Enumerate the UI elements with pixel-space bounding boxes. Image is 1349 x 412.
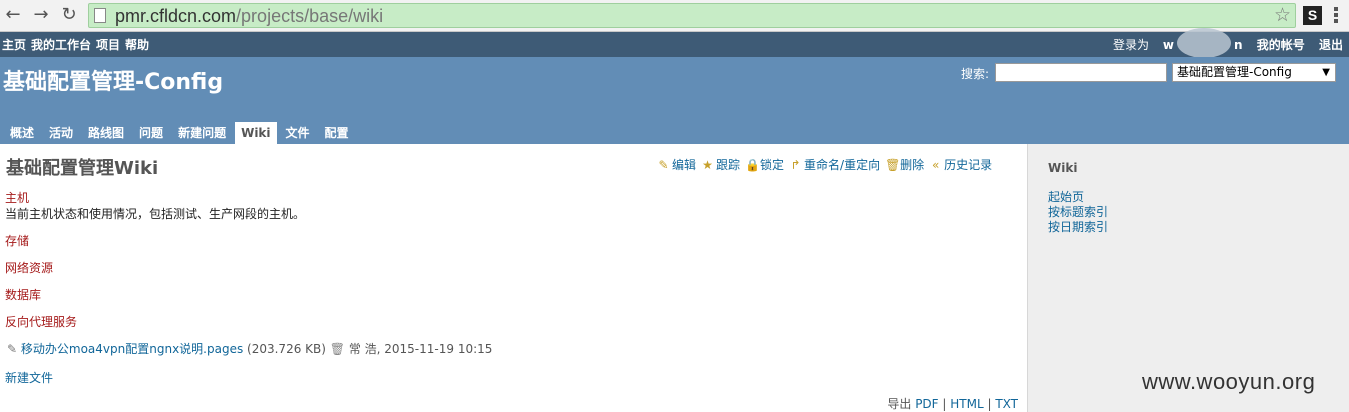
tab-7[interactable]: 配置	[319, 122, 355, 144]
bookmark-star-icon[interactable]: ☆	[1274, 4, 1291, 26]
my-account-link[interactable]: 我的帐号	[1257, 38, 1305, 52]
lock-icon: 🔒	[745, 158, 760, 172]
wiki-link-database[interactable]: 数据库	[5, 286, 41, 303]
search-input[interactable]	[995, 63, 1167, 82]
project-title: 基础配置管理-Config	[3, 70, 224, 95]
project-jump-select[interactable]: 基础配置管理-Config ▼	[1172, 63, 1336, 82]
delete-icon: 🗑	[885, 158, 901, 172]
attachment-author-date: 常 浩, 2015-11-19 10:15	[348, 342, 493, 356]
tab-6[interactable]: 文件	[280, 122, 316, 144]
dropdown-arrow-icon: ▼	[1322, 67, 1330, 78]
browser-toolbar: ← → ↻ pmr.cfldcn.com/projects/base/wiki …	[0, 0, 1349, 32]
action-link[interactable]: 历史记录	[944, 158, 992, 172]
export-pdf-link[interactable]: PDF	[915, 397, 938, 411]
attachment-file-link[interactable]: 移动办公moa4vpn配置ngnx说明.pages	[21, 342, 243, 356]
url-text[interactable]: pmr.cfldcn.com/projects/base/wiki	[115, 5, 383, 27]
action-link[interactable]: 跟踪	[716, 158, 740, 172]
redaction-blur	[1177, 28, 1231, 58]
action-link[interactable]: 锁定	[760, 158, 784, 172]
export-html-link[interactable]: HTML	[950, 397, 983, 411]
tab-2[interactable]: 路线图	[82, 122, 130, 144]
page-title: 基础配置管理Wiki	[6, 158, 159, 179]
watch-icon: ★	[702, 158, 713, 172]
rename-icon: ↱	[790, 158, 801, 172]
tab-4[interactable]: 新建问题	[172, 122, 232, 144]
export-txt-link[interactable]: TXT	[995, 397, 1018, 411]
attachment-row: ✎ 移动办公moa4vpn配置ngnx说明.pages (203.726 KB)…	[7, 340, 492, 357]
url-host: pmr.cfldcn.com	[115, 6, 237, 26]
username-start: w	[1162, 38, 1174, 52]
watermark-text: www.wooyun.org	[1142, 369, 1316, 394]
wiki-link-host[interactable]: 主机	[5, 189, 29, 206]
sidebar-title: Wiki	[1048, 161, 1078, 175]
host-description: 当前主机状态和使用情况，包括测试、生产网段的主机。	[5, 207, 306, 221]
export-label: 导出	[887, 397, 912, 411]
action-link[interactable]: 删除	[900, 158, 924, 172]
edit-icon: ✎	[658, 158, 669, 172]
forward-arrow-icon[interactable]: →	[30, 4, 52, 26]
top-menu-item[interactable]: 帮助	[125, 38, 149, 52]
project-header: 基础配置管理-Config 搜索: 基础配置管理-Config ▼ 概述 活动 路线图…	[0, 57, 1349, 144]
export-links: 导出 PDF | HTML | TXT	[887, 397, 1018, 411]
logout-link[interactable]: 退出	[1319, 38, 1343, 52]
top-menu-item[interactable]: 项目	[96, 38, 120, 52]
page-icon	[94, 8, 106, 23]
wiki-link-network[interactable]: 网络资源	[5, 259, 53, 276]
paperclip-icon: ✎	[7, 342, 18, 356]
action-link[interactable]: 重命名/重定向	[804, 158, 880, 172]
action-link[interactable]: 编辑	[672, 158, 696, 172]
tab-3[interactable]: 问题	[133, 122, 169, 144]
back-arrow-icon[interactable]: ←	[2, 4, 24, 26]
contextual-actions: ✎ 编辑 ★ 跟踪 🔒锁定 ↱ 重命名/重定向 🗑删除 « 历史记录	[657, 156, 997, 173]
tab-5[interactable]: Wiki	[235, 122, 277, 144]
new-file-link[interactable]: 新建文件	[5, 369, 53, 386]
logged-as-label: 登录为	[1112, 38, 1149, 52]
top-menu-item[interactable]: 我的工作台	[31, 38, 91, 52]
project-select-value: 基础配置管理-Config	[1177, 65, 1292, 79]
url-path: /projects/base/wiki	[236, 6, 384, 26]
top-menu-item[interactable]: 主页	[2, 38, 26, 52]
address-bar[interactable]: pmr.cfldcn.com/projects/base/wiki ☆	[88, 3, 1296, 28]
wiki-link-storage[interactable]: 存储	[5, 232, 29, 249]
search-label: 搜索:	[961, 67, 990, 81]
history-icon: «	[931, 158, 940, 172]
sidebar-link-index-by-date[interactable]: 按日期索引	[1048, 218, 1108, 235]
wiki-link-proxy[interactable]: 反向代理服务	[5, 313, 77, 330]
browser-menu-icon[interactable]	[1334, 6, 1340, 25]
extension-icon[interactable]: S	[1303, 6, 1322, 25]
wiki-content: 基础配置管理Wiki ✎ 编辑 ★ 跟踪 🔒锁定 ↱ 重命名/重定向 🗑删除 «历史记录 主机 …	[0, 144, 1027, 412]
tab-0[interactable]: 概述	[4, 122, 40, 144]
top-menu: 主页 我的工作台 项目 帮助 登录为 w n 我的帐号 退出	[0, 32, 1349, 57]
tab-1[interactable]: 活动	[43, 122, 79, 144]
main-menu: 概述 活动 路线图 问题 新建问题 Wiki 文件 配置	[4, 122, 358, 144]
attachment-size: (203.726 KB)	[247, 342, 326, 356]
reload-icon[interactable]: ↻	[58, 4, 80, 26]
username-end: n	[1234, 38, 1243, 52]
trash-icon[interactable]: 🗑	[330, 342, 345, 356]
